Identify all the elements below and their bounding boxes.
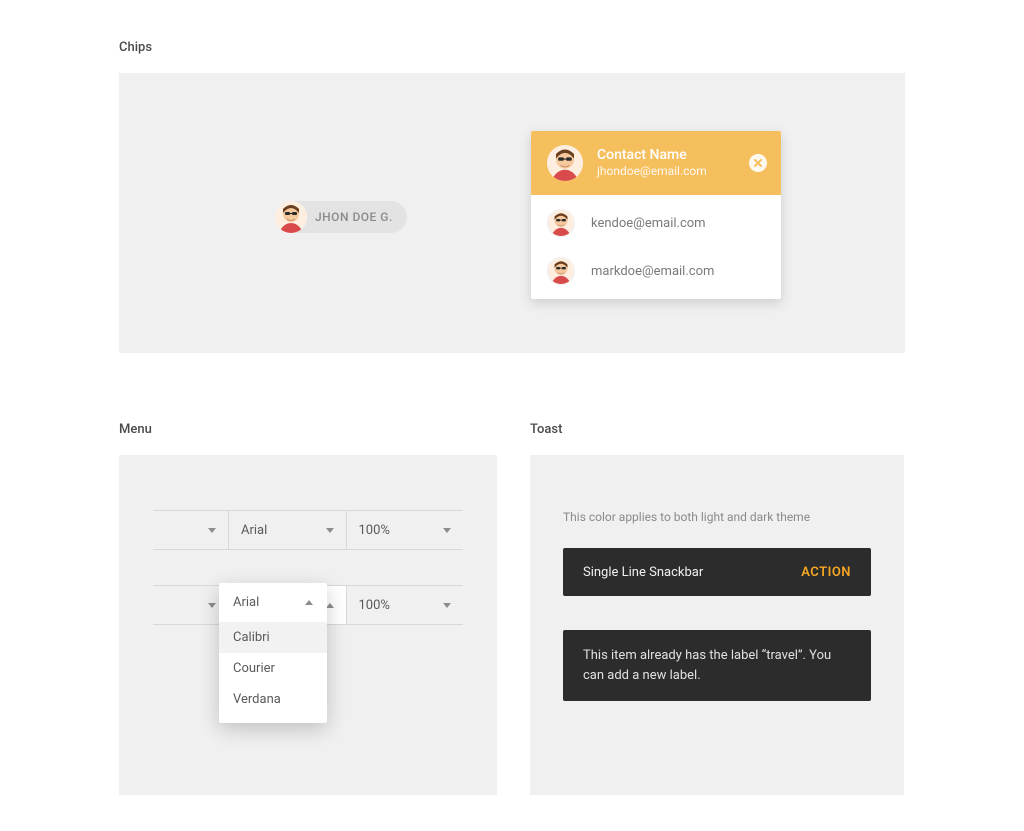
- popup-selected[interactable]: Arial: [219, 583, 327, 622]
- contact-name: Contact Name: [597, 147, 765, 164]
- menu-section-title: Menu: [119, 422, 497, 437]
- snackbar-text: This item already has the label “travel”…: [583, 648, 831, 683]
- dropdown-label: Arial: [241, 523, 267, 538]
- toolbar-row: Arial 100%: [153, 510, 463, 550]
- font-popup: Arial Calibri Courier Verdana: [219, 583, 327, 723]
- popup-option[interactable]: Calibri: [219, 622, 327, 653]
- toast-panel: This color applies to both light and dar…: [530, 455, 904, 795]
- dropdown-empty[interactable]: [153, 511, 229, 549]
- chevron-down-icon: [326, 528, 334, 533]
- font-dropdown[interactable]: Arial: [229, 511, 347, 549]
- chip-label: JHON DOE G.: [315, 210, 393, 224]
- contact-item[interactable]: kendoe@email.com: [531, 199, 781, 247]
- contact-item-email: kendoe@email.com: [591, 216, 706, 231]
- popup-header-label: Arial: [233, 595, 259, 610]
- popup-option[interactable]: Courier: [219, 653, 327, 684]
- contact-card-header: Contact Name jhondoe@email.com: [531, 131, 781, 195]
- size-dropdown[interactable]: 100%: [347, 511, 464, 549]
- avatar: [547, 209, 575, 237]
- close-icon[interactable]: [749, 154, 767, 172]
- avatar: [547, 145, 583, 181]
- menu-panel: Arial 100% Arial 100%: [119, 455, 497, 795]
- dropdown-label: 100%: [359, 598, 390, 613]
- contact-card: Contact Name jhondoe@email.com kendoe@em…: [531, 131, 781, 299]
- snackbar-action-button[interactable]: ACTION: [801, 565, 851, 580]
- snackbar-multi: This item already has the label “travel”…: [563, 630, 871, 701]
- contact-chip[interactable]: JHON DOE G.: [275, 201, 407, 233]
- popup-option[interactable]: Verdana: [219, 684, 327, 715]
- chevron-down-icon: [443, 528, 451, 533]
- dropdown-empty[interactable]: [153, 586, 229, 624]
- avatar: [275, 201, 307, 233]
- avatar: [547, 257, 575, 285]
- chevron-down-icon: [208, 603, 216, 608]
- snackbar-single: Single Line Snackbar ACTION: [563, 548, 871, 596]
- contact-item-email: markdoe@email.com: [591, 264, 714, 279]
- contact-list: kendoe@email.com markdoe@email.com: [531, 195, 781, 299]
- dropdown-label: 100%: [359, 523, 390, 538]
- chevron-down-icon: [208, 528, 216, 533]
- toast-subtitle: This color applies to both light and dar…: [563, 510, 871, 524]
- toast-section-title: Toast: [530, 422, 904, 437]
- contact-email: jhondoe@email.com: [597, 164, 765, 178]
- chips-section-title: Chips: [119, 40, 905, 55]
- size-dropdown[interactable]: 100%: [347, 586, 464, 624]
- snackbar-text: Single Line Snackbar: [583, 565, 703, 580]
- chips-panel: JHON DOE G. Contact Name jhondoe@email.c…: [119, 73, 905, 353]
- chevron-up-icon: [305, 600, 313, 605]
- chevron-down-icon: [443, 603, 451, 608]
- contact-item[interactable]: markdoe@email.com: [531, 247, 781, 295]
